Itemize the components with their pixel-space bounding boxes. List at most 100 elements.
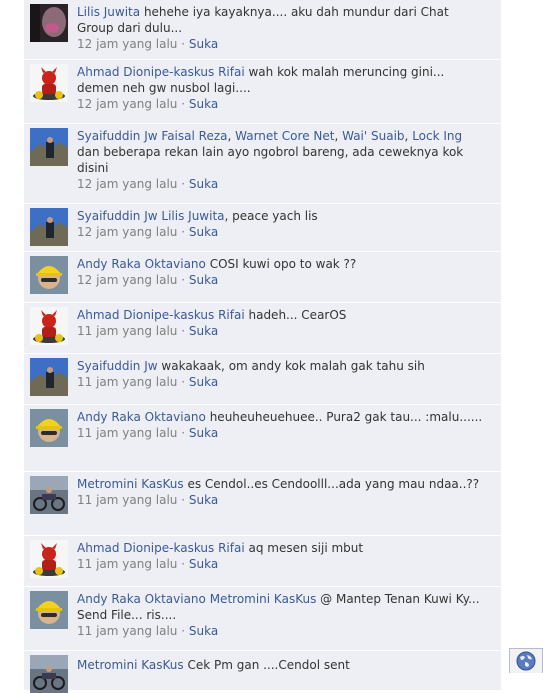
- comment-item: Ahmad Dionipe-kaskus Rifai aq mesen siji…: [24, 536, 501, 587]
- avatar[interactable]: [30, 591, 68, 629]
- comment-item: Metromini KasKus Cek Pm gan ....Cendol s…: [24, 651, 501, 693]
- like-link[interactable]: Suka: [189, 324, 218, 338]
- comment-meta: 12 jam yang lalu · Suka: [77, 96, 487, 112]
- avatar-helmet-image: [30, 409, 68, 447]
- meta-separator: ·: [177, 375, 189, 389]
- globe-icon: [516, 651, 536, 671]
- mention-link[interactable]: Metromini KasKus: [210, 592, 317, 606]
- like-link[interactable]: Suka: [189, 37, 218, 51]
- comment-body: Andy Raka Oktaviano heuheuheuehuee.. Pur…: [77, 409, 487, 441]
- author-name-link[interactable]: Andy Raka Oktaviano: [77, 257, 206, 271]
- timestamp: 11 jam yang lalu: [77, 624, 178, 638]
- meta-separator: ·: [177, 37, 189, 51]
- timestamp: 12 jam yang lalu: [77, 225, 178, 239]
- avatar[interactable]: [30, 540, 68, 578]
- timestamp: 12 jam yang lalu: [77, 273, 178, 287]
- like-link[interactable]: Suka: [189, 624, 218, 638]
- meta-separator: ·: [177, 557, 189, 571]
- avatar-bikes-image: [30, 655, 68, 693]
- author-name-link[interactable]: Metromini KasKus: [77, 477, 184, 491]
- comment-text: , peace yach lis: [224, 209, 318, 223]
- avatar[interactable]: [30, 64, 68, 102]
- like-link[interactable]: Suka: [189, 97, 218, 111]
- comment-body: Syaifuddin Jw Faisal Reza, Warnet Core N…: [77, 128, 487, 192]
- comment-item: Ahmad Dionipe-kaskus Rifai hadeh... Cear…: [24, 303, 501, 354]
- comment-meta: 11 jam yang lalu · Suka: [77, 425, 487, 441]
- mention-link[interactable]: Lock Ing: [412, 129, 462, 143]
- meta-separator: ·: [177, 97, 189, 111]
- author-name-link[interactable]: Syaifuddin Jw: [77, 129, 158, 143]
- avatar-mountain-image: [30, 358, 68, 396]
- avatar[interactable]: [30, 409, 68, 447]
- comment-item: Metromini KasKus es Cendol..es Cendoolll…: [24, 472, 501, 536]
- author-name-link[interactable]: Ahmad Dionipe-kaskus Rifai: [77, 308, 245, 322]
- like-link[interactable]: Suka: [189, 273, 218, 287]
- comment-body: Metromini KasKus es Cendol..es Cendoolll…: [77, 476, 487, 508]
- comment-meta: 12 jam yang lalu · Suka: [77, 272, 487, 288]
- mention-link[interactable]: Faisal Reza: [161, 129, 227, 143]
- like-link[interactable]: Suka: [189, 177, 218, 191]
- meta-separator: ·: [177, 426, 189, 440]
- comment-meta: 12 jam yang lalu · Suka: [77, 176, 487, 192]
- chat-globe-button[interactable]: [509, 648, 543, 673]
- avatar[interactable]: [30, 4, 68, 42]
- author-name-link[interactable]: Syaifuddin Jw: [77, 359, 158, 373]
- like-link[interactable]: Suka: [189, 493, 218, 507]
- timestamp: 11 jam yang lalu: [77, 493, 178, 507]
- avatar[interactable]: [30, 128, 68, 166]
- author-name-link[interactable]: Metromini KasKus: [77, 658, 184, 672]
- meta-separator: ·: [177, 225, 189, 239]
- comment-body: Syaifuddin Jw wakakaak, om andy kok mala…: [77, 358, 487, 390]
- meta-separator: ·: [177, 177, 189, 191]
- comment-meta: 11 jam yang lalu · Suka: [77, 623, 487, 639]
- timestamp: 11 jam yang lalu: [77, 557, 178, 571]
- comment-text: COSI kuwi opo to wak ??: [209, 257, 357, 271]
- avatar-devil-image: [30, 64, 68, 102]
- comment-list: Lilis Juwita hehehe iya kayaknya.... aku…: [24, 0, 501, 693]
- comment-item: Syaifuddin Jw Faisal Reza, Warnet Core N…: [24, 124, 501, 204]
- timestamp: 12 jam yang lalu: [77, 97, 178, 111]
- avatar-bikes-image: [30, 476, 68, 514]
- comment-meta: 11 jam yang lalu · Suka: [77, 323, 487, 339]
- like-link[interactable]: Suka: [189, 225, 218, 239]
- like-link[interactable]: Suka: [189, 557, 218, 571]
- avatar[interactable]: [30, 358, 68, 396]
- comment-text: dan beberapa rekan lain ayo ngobrol bare…: [77, 145, 464, 175]
- author-name-link[interactable]: Syaifuddin Jw: [77, 209, 158, 223]
- timestamp: 12 jam yang lalu: [77, 177, 178, 191]
- comment-text: aq mesen siji mbut: [248, 541, 364, 555]
- author-name-link[interactable]: Andy Raka Oktaviano: [77, 410, 206, 424]
- author-name-link[interactable]: Ahmad Dionipe-kaskus Rifai: [77, 65, 245, 79]
- author-name-link[interactable]: Andy Raka Oktaviano: [77, 592, 206, 606]
- avatar[interactable]: [30, 655, 68, 693]
- comment-body: Syaifuddin Jw Lilis Juwita, peace yach l…: [77, 208, 487, 240]
- avatar[interactable]: [30, 208, 68, 246]
- mention-link[interactable]: Wai' Suaib: [342, 129, 404, 143]
- comment-item: Syaifuddin Jw wakakaak, om andy kok mala…: [24, 354, 501, 405]
- avatar-lilis-image: [30, 4, 68, 42]
- comment-text: wakakaak, om andy kok malah gak tahu sih: [161, 359, 425, 373]
- like-link[interactable]: Suka: [189, 426, 218, 440]
- comment-item: Andy Raka Oktaviano COSI kuwi opo to wak…: [24, 252, 501, 303]
- comment-body: Andy Raka Oktaviano COSI kuwi opo to wak…: [77, 256, 487, 288]
- mention-separator: ,: [334, 129, 343, 143]
- comment-meta: 12 jam yang lalu · Suka: [77, 36, 487, 52]
- comment-item: Andy Raka Oktaviano heuheuheuehuee.. Pur…: [24, 405, 501, 472]
- timestamp: 11 jam yang lalu: [77, 426, 178, 440]
- meta-separator: ·: [177, 273, 189, 287]
- comment-body: Ahmad Dionipe-kaskus Rifai wah kok malah…: [77, 64, 487, 112]
- avatar-mountain-image: [30, 128, 68, 166]
- mention-link[interactable]: Lilis Juwita: [161, 209, 224, 223]
- meta-separator: ·: [177, 624, 189, 638]
- author-name-link[interactable]: Ahmad Dionipe-kaskus Rifai: [77, 541, 245, 555]
- comment-text: Cek Pm gan ....Cendol sent: [187, 658, 350, 672]
- author-name-link[interactable]: Lilis Juwita: [77, 5, 140, 19]
- avatar[interactable]: [30, 307, 68, 345]
- avatar[interactable]: [30, 256, 68, 294]
- like-link[interactable]: Suka: [189, 375, 218, 389]
- comment-body: Metromini KasKus Cek Pm gan ....Cendol s…: [77, 657, 487, 673]
- mention-link[interactable]: Warnet Core Net: [235, 129, 334, 143]
- avatar[interactable]: [30, 476, 68, 514]
- comment-text: es Cendol..es Cendoolll...ada yang mau n…: [187, 477, 480, 491]
- avatar-helmet-image: [30, 591, 68, 629]
